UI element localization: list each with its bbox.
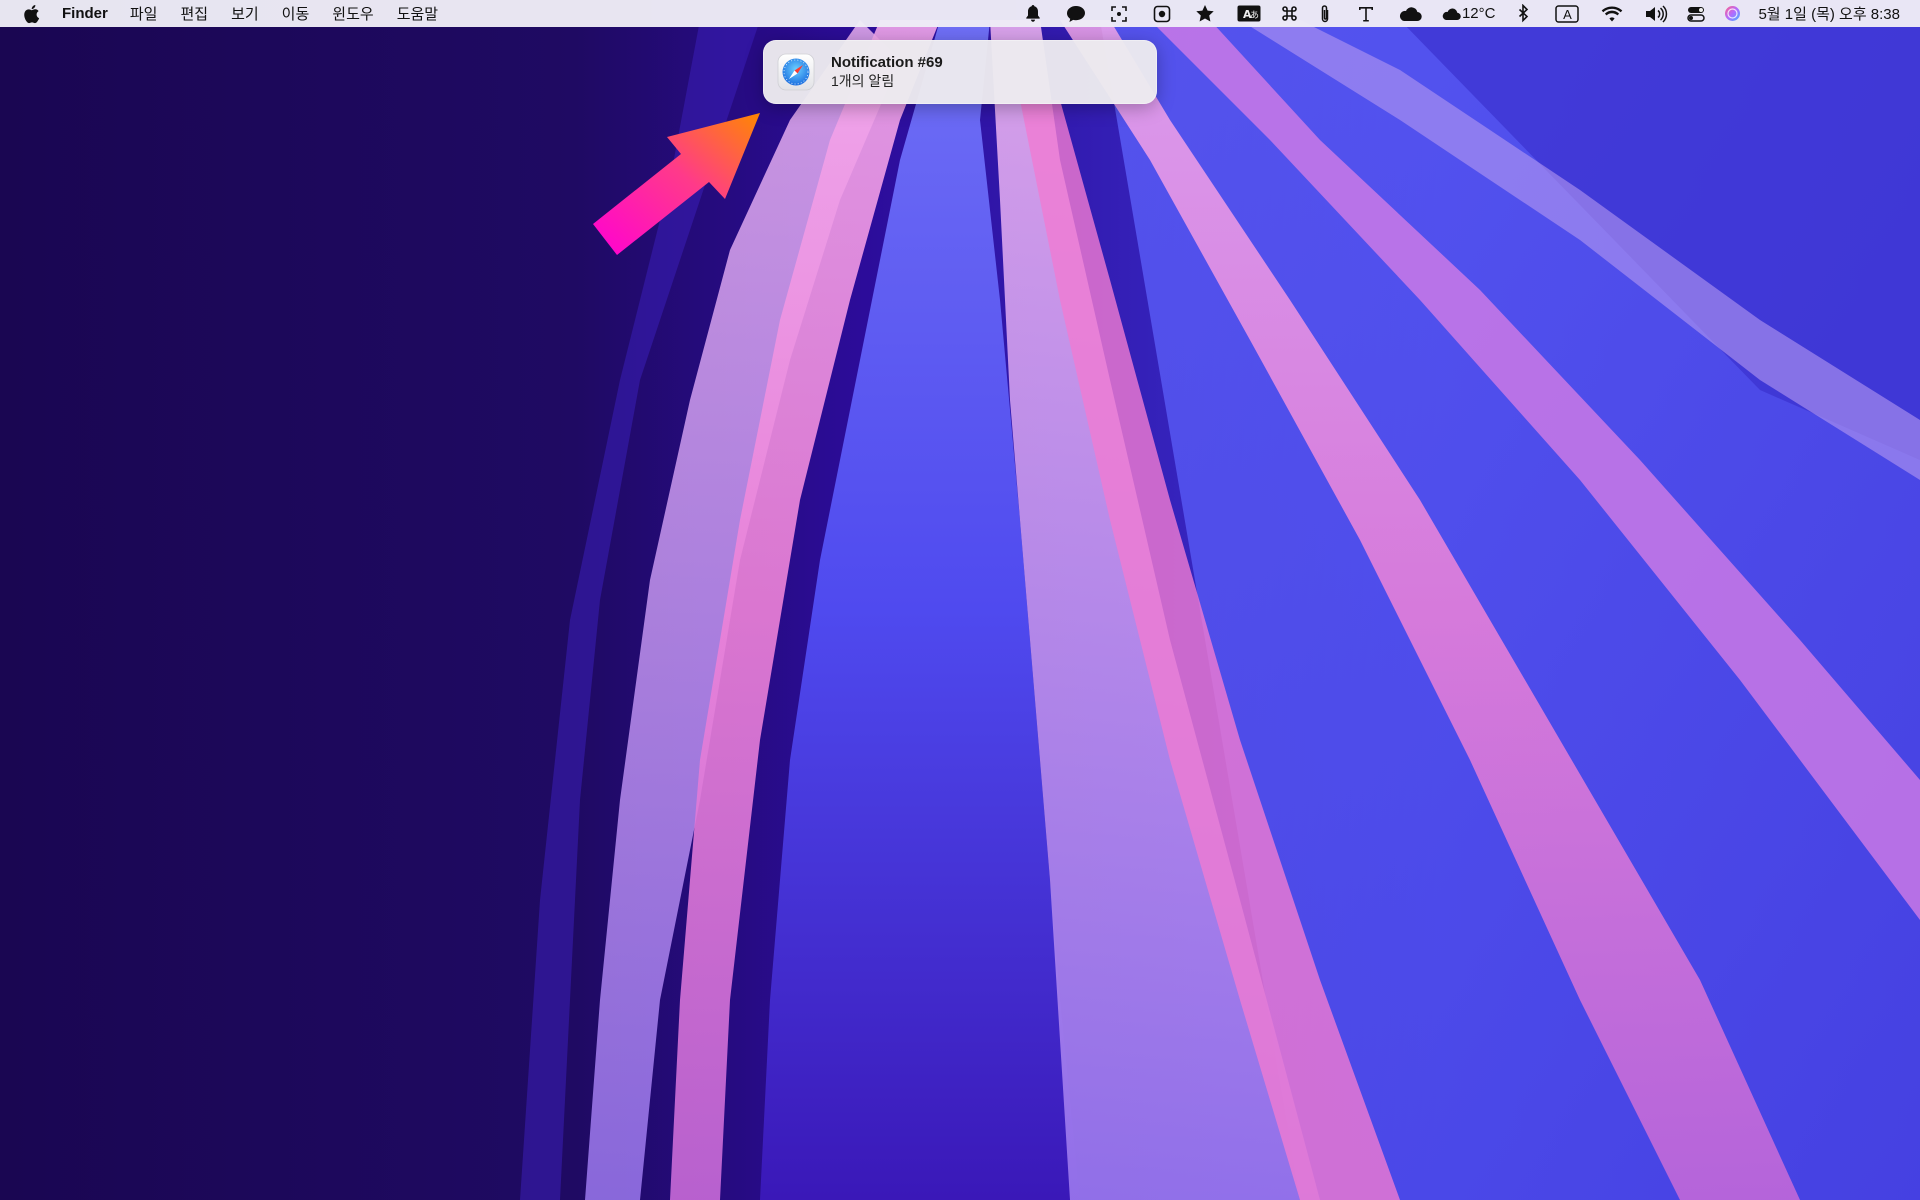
menu-edit[interactable]: 편집: [180, 3, 208, 24]
bluetooth-icon[interactable]: [1516, 0, 1530, 27]
star-icon[interactable]: [1194, 0, 1216, 27]
command-key-icon[interactable]: [1280, 0, 1300, 27]
translate-icon[interactable]: Aあ: [1237, 0, 1261, 27]
text-tool-icon[interactable]: [1355, 0, 1377, 27]
control-center-icon[interactable]: [1686, 0, 1706, 27]
menu-bar-left: Finder 파일 편집 보기 이동 윈도우 도움말: [0, 0, 461, 27]
notification-title: Notification #69: [831, 54, 943, 71]
messages-icon[interactable]: [1065, 0, 1087, 27]
weather-temperature: 12°C: [1461, 5, 1496, 22]
safari-compass-icon: [777, 53, 815, 91]
desktop-wallpaper: [0, 0, 1920, 1200]
menu-bar-status-area: Aあ 12°C A 5월 1일 (목) 오후 8:38: [1022, 0, 1900, 27]
menu-app-name[interactable]: Finder: [62, 5, 108, 22]
desktop: Finder 파일 편집 보기 이동 윈도우 도움말 A あ 12°C A 5월…: [0, 0, 1920, 1200]
screen-capture-icon[interactable]: [1108, 0, 1130, 27]
volume-icon[interactable]: [1643, 0, 1669, 27]
siri-icon[interactable]: [1723, 0, 1741, 27]
notification-body: 1개의 알림: [831, 73, 895, 89]
screen-recording-icon[interactable]: [1151, 0, 1173, 27]
pointer-arrow: [593, 113, 760, 255]
menu-go[interactable]: 이동: [282, 3, 310, 24]
notification-bell-icon[interactable]: [1022, 0, 1044, 27]
menu-bar: Finder 파일 편집 보기 이동 윈도우 도움말 A あ 12°C A 5월…: [0, 0, 1920, 27]
menu-file[interactable]: 파일: [130, 3, 158, 24]
wifi-icon[interactable]: [1600, 0, 1624, 27]
menu-view[interactable]: 보기: [231, 3, 259, 24]
notification-banner[interactable]: Notification #69 1개의 알림: [763, 40, 1157, 104]
weather-icon[interactable]: 12°C: [1441, 0, 1496, 27]
menu-bar-clock[interactable]: 5월 1일 (목) 오후 8:38: [1758, 0, 1900, 27]
cloud-icon[interactable]: [1398, 0, 1422, 27]
input-source-icon[interactable]: A: [1554, 0, 1580, 27]
apple-logo-icon[interactable]: [22, 4, 40, 24]
paperclip-icon[interactable]: [1319, 0, 1331, 27]
menu-help[interactable]: 도움말: [397, 3, 438, 24]
notification-content: Notification #69 1개의 알림: [831, 54, 943, 90]
input-source-label: A: [1563, 6, 1572, 22]
menu-window[interactable]: 윈도우: [332, 3, 373, 24]
svg-text:あ: あ: [1250, 10, 1259, 21]
